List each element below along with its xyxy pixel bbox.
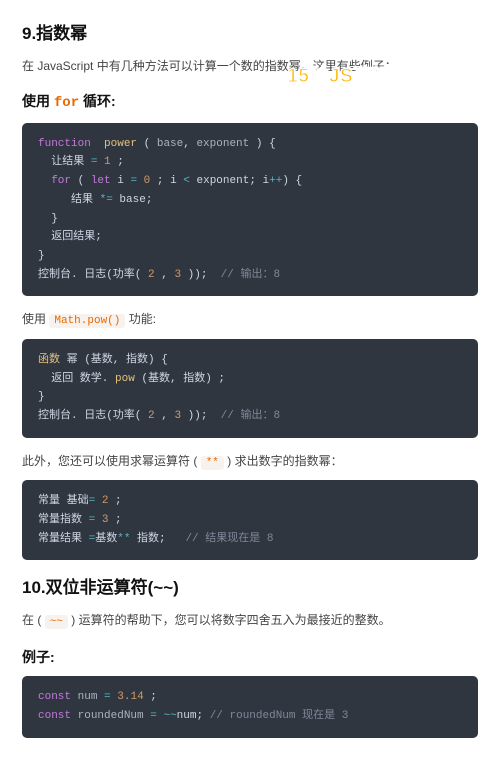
code-block-tilde: const num = 3.14 ; const roundedNum = ~~… [22, 676, 478, 737]
for-keyword: for [54, 95, 79, 111]
section-10-heading: 10.双位非运算符(~~) [22, 574, 478, 601]
sub-for-loop: 使用 for 循环: [22, 90, 478, 114]
code-block-for-loop: function power ( base, exponent ) { 让结果 … [22, 123, 478, 297]
section-9-heading: 9.指数幂 [22, 20, 478, 47]
section-10-intro: 在 ( ~~ ) 运算符的帮助下，您可以将数字四舍五入为最接近的整数。 [22, 611, 478, 632]
sub-example: 例子: [22, 646, 478, 668]
code-block-starstar: 常量 基础= 2 ; 常量指数 = 3 ; 常量结果 =基数** 指数; // … [22, 480, 478, 560]
sub-mathpow: 使用 Math.pow() 功能: [22, 310, 478, 331]
starstar-inline-code: ** [201, 456, 224, 470]
code-block-mathpow: 函数 幂 (基数, 指数) { 返回 数学. pow (基数, 指数) ; } … [22, 339, 478, 438]
sub-exponent-op: 此外，您还可以使用求幂运算符 ( ** ) 求出数字的指数幂： [22, 452, 478, 473]
tilde-inline-code: ~~ [45, 615, 68, 629]
mathpow-inline-code: Math.pow() [49, 314, 125, 328]
overlay-title: 15种JS速记技巧 下篇 [287, 62, 476, 92]
